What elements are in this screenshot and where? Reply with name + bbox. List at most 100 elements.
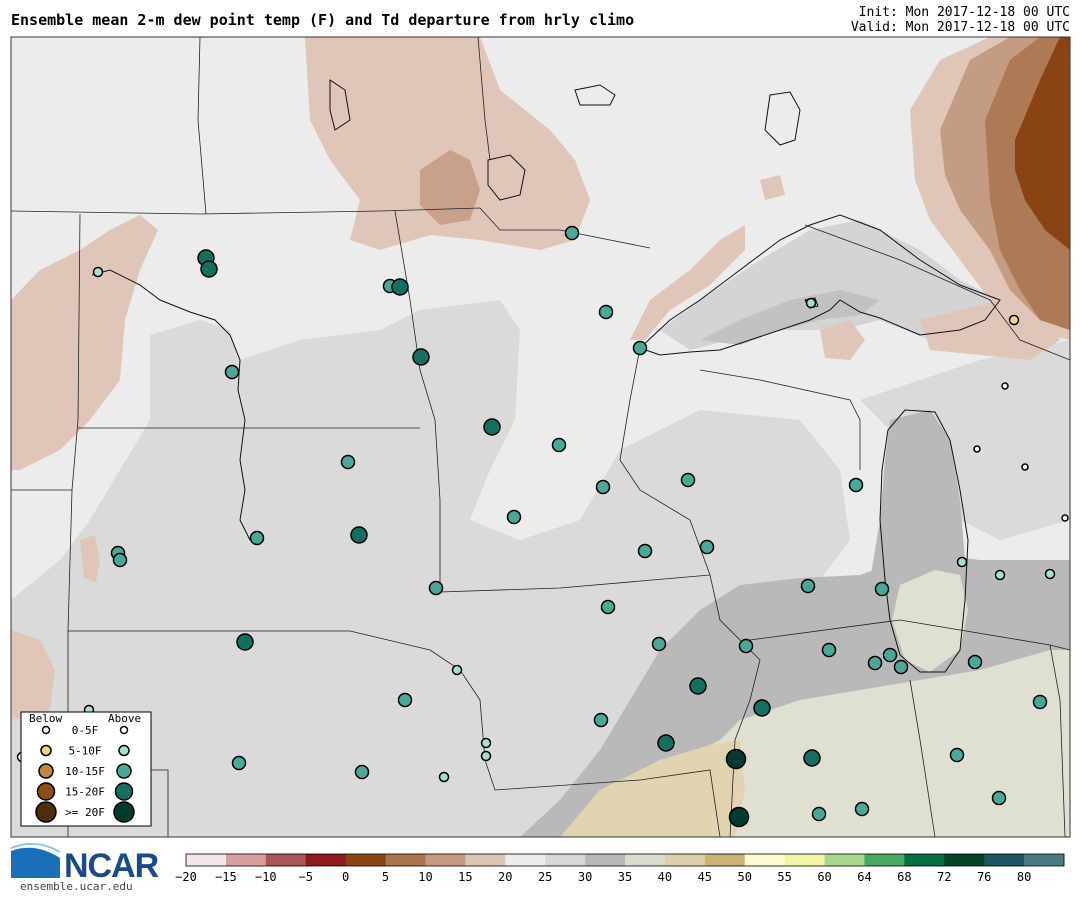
station-marker bbox=[882, 647, 898, 663]
colorbar-tick-label: 5 bbox=[382, 870, 389, 884]
colorbar-swatch bbox=[425, 854, 466, 866]
colorbar-tick-label: 25 bbox=[538, 870, 552, 884]
station-marker bbox=[397, 692, 413, 708]
station-marker bbox=[1021, 463, 1029, 471]
legend-below-dot bbox=[41, 725, 51, 735]
colorbar-tick-label: 10 bbox=[418, 870, 432, 884]
ncar-logo-icon bbox=[10, 842, 61, 878]
legend-above-dot bbox=[113, 801, 135, 823]
station-marker bbox=[1001, 382, 1009, 390]
colorbar: −20 −15 −10 −5 0 5 10 15 20 25 30 35 40 45 50 55 60 64 68 7… bbox=[175, 853, 1065, 884]
station-marker bbox=[249, 530, 265, 546]
colorbar-swatch bbox=[465, 854, 506, 866]
station-marker bbox=[854, 801, 870, 817]
station-marker bbox=[657, 734, 675, 752]
colorbar-tick-label: 72 bbox=[937, 870, 951, 884]
station-marker bbox=[236, 633, 254, 651]
colorbar-tick-label: 64 bbox=[857, 870, 871, 884]
colorbar-tick-label: 80 bbox=[1017, 870, 1031, 884]
station-marker bbox=[551, 437, 567, 453]
legend-below-dot bbox=[35, 801, 57, 823]
station-marker bbox=[354, 764, 370, 780]
colorbar-swatch bbox=[585, 854, 626, 866]
colorbar-swatch bbox=[225, 854, 267, 866]
colorbar-tick-label: −5 bbox=[299, 870, 313, 884]
station-marker bbox=[991, 790, 1007, 806]
station-marker bbox=[874, 581, 890, 597]
colorbar-swatch bbox=[1024, 854, 1065, 866]
station-marker bbox=[805, 297, 817, 309]
legend-row-label: 10-15F bbox=[65, 765, 105, 778]
colorbar-swatch bbox=[345, 854, 387, 866]
colorbar-swatch bbox=[505, 854, 546, 866]
station-marker bbox=[480, 737, 492, 749]
legend-above-dot bbox=[114, 782, 134, 801]
station-marker bbox=[867, 655, 883, 671]
colorbar-tick-label: 55 bbox=[777, 870, 791, 884]
station-marker bbox=[811, 806, 827, 822]
station-marker bbox=[412, 348, 430, 366]
legend-above-dot bbox=[118, 744, 130, 757]
station-marker bbox=[564, 225, 580, 241]
station-marker bbox=[753, 699, 771, 717]
station-marker bbox=[480, 750, 492, 762]
station-marker bbox=[451, 664, 463, 676]
legend-below-dot bbox=[36, 782, 56, 801]
station-marker bbox=[231, 755, 247, 771]
colorbar-swatch bbox=[545, 854, 586, 866]
colorbar-tick-label: 45 bbox=[698, 870, 712, 884]
colorbar-tick-label: 60 bbox=[817, 870, 831, 884]
colorbar-swatch bbox=[664, 854, 706, 866]
legend-row-label: >= 20F bbox=[65, 806, 105, 819]
station-marker bbox=[893, 659, 909, 675]
station-marker bbox=[1061, 514, 1069, 522]
colorbar-swatch bbox=[744, 854, 786, 866]
station-marker bbox=[112, 552, 128, 568]
colorbar-swatch bbox=[305, 854, 347, 866]
colorbar-swatch bbox=[625, 854, 666, 866]
station-marker bbox=[428, 580, 444, 596]
colorbar-tick-label: 30 bbox=[578, 870, 592, 884]
legend-above-dot bbox=[116, 763, 132, 779]
colorbar-tick-label: 20 bbox=[498, 870, 512, 884]
station-marker bbox=[350, 526, 368, 544]
legend-below-dot bbox=[40, 744, 52, 757]
station-marker bbox=[699, 539, 715, 555]
colorbar-swatch bbox=[265, 854, 307, 866]
colorbar-swatch bbox=[385, 854, 426, 866]
station-marker bbox=[506, 509, 522, 525]
station-marker bbox=[725, 748, 747, 770]
colorbar-tick-label: 76 bbox=[977, 870, 991, 884]
station-marker bbox=[1032, 694, 1048, 710]
legend-above-dot bbox=[119, 725, 129, 735]
colorbar-swatch bbox=[704, 854, 746, 866]
station-marker bbox=[600, 599, 616, 615]
station-marker bbox=[598, 304, 614, 320]
colorbar-swatch bbox=[824, 854, 865, 866]
station-marker bbox=[483, 418, 501, 436]
station-marker bbox=[967, 654, 983, 670]
station-marker bbox=[200, 260, 218, 278]
station-marker bbox=[224, 364, 240, 380]
colorbar-swatch bbox=[784, 854, 826, 866]
legend-above-heading: Above bbox=[108, 712, 141, 725]
colorbar-swatch bbox=[944, 854, 985, 866]
colorbar-swatch bbox=[904, 854, 945, 866]
station-marker bbox=[680, 472, 696, 488]
station-marker bbox=[632, 340, 648, 356]
station-marker bbox=[595, 479, 611, 495]
colorbar-swatch bbox=[186, 854, 227, 866]
dewpoint-map: Below Above 0-5F5-10F10-15F15-20F>= 20F … bbox=[10, 36, 1071, 884]
colorbar-tick-label: 50 bbox=[738, 870, 752, 884]
legend-below-heading: Below bbox=[29, 712, 62, 725]
colorbar-tick-label: −15 bbox=[215, 870, 237, 884]
colorbar-tick-label: 15 bbox=[458, 870, 472, 884]
station-marker bbox=[438, 771, 450, 783]
colorbar-tick-label: 35 bbox=[618, 870, 632, 884]
station-marker bbox=[821, 642, 837, 658]
station-marker bbox=[994, 569, 1006, 581]
legend-below-dot bbox=[38, 763, 54, 779]
colorbar-tick-label: −20 bbox=[175, 870, 197, 884]
map-field bbox=[11, 37, 1070, 837]
colorbar-tick-label: 0 bbox=[342, 870, 349, 884]
